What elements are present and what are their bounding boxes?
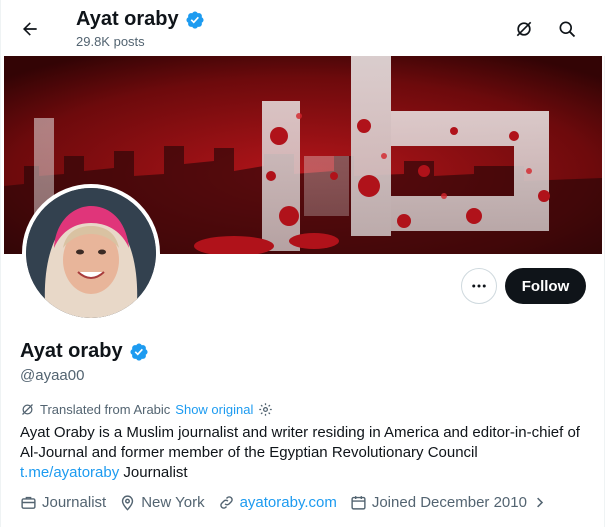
back-button[interactable] <box>13 12 47 46</box>
profile-meta: Journalist New York ayatoraby.com Joined… <box>20 494 560 511</box>
calendar-icon <box>351 496 366 510</box>
follow-button[interactable]: Follow <box>505 268 586 304</box>
profile-page: Ayat oraby 29.8K posts Follow Ayat oraby… <box>0 0 605 527</box>
more-options-button[interactable] <box>461 268 497 304</box>
joined-text: Joined December 2010 <box>371 494 527 511</box>
location-text: New York <box>141 494 205 511</box>
no-notifications-icon <box>516 21 532 37</box>
header-title: Ayat oraby <box>76 8 179 30</box>
bio-text: Ayat Oraby is a Muslim journalist and wr… <box>20 424 580 461</box>
profile-name-row: Ayat oraby <box>20 340 149 363</box>
profession-text: Journalist <box>42 494 107 511</box>
location-pin-icon <box>122 495 134 511</box>
back-arrow-icon <box>23 22 37 36</box>
meta-profession: Journalist <box>20 494 106 511</box>
notifications-toggle-button[interactable] <box>508 13 540 45</box>
translation-note: Translated from Arabic Show original <box>20 402 273 417</box>
briefcase-icon <box>21 496 36 509</box>
search-icon <box>559 21 576 38</box>
translation-text: Translated from Arabic <box>40 402 171 417</box>
meta-joined[interactable]: Joined December 2010 <box>350 494 547 511</box>
profile-name: Ayat oraby <box>20 340 123 362</box>
more-dots-icon <box>472 284 486 288</box>
profile-avatar[interactable] <box>22 184 160 322</box>
avatar-photo <box>26 188 156 318</box>
header-title-block: Ayat oraby 29.8K posts <box>76 8 205 49</box>
website-link[interactable]: ayatoraby.com <box>240 494 337 511</box>
profile-header: Ayat oraby 29.8K posts <box>1 0 605 56</box>
posts-count: 29.8K posts <box>76 34 145 49</box>
meta-location: New York <box>119 494 205 511</box>
translate-icon <box>22 404 33 415</box>
profile-handle: @ayaa00 <box>20 367 85 384</box>
verified-badge-icon <box>186 10 204 29</box>
verified-badge-icon[interactable] <box>129 342 149 362</box>
settings-icon[interactable] <box>258 402 273 417</box>
bio-link[interactable]: t.me/ayatoraby <box>20 464 119 481</box>
show-original-link[interactable]: Show original <box>175 402 253 417</box>
meta-website[interactable]: ayatoraby.com <box>218 494 337 511</box>
link-icon <box>219 496 233 509</box>
search-button[interactable] <box>551 13 583 45</box>
bio-suffix: Journalist <box>119 464 188 481</box>
profile-bio: Ayat Oraby is a Muslim journalist and wr… <box>20 423 595 483</box>
chevron-right-icon[interactable] <box>532 495 547 510</box>
